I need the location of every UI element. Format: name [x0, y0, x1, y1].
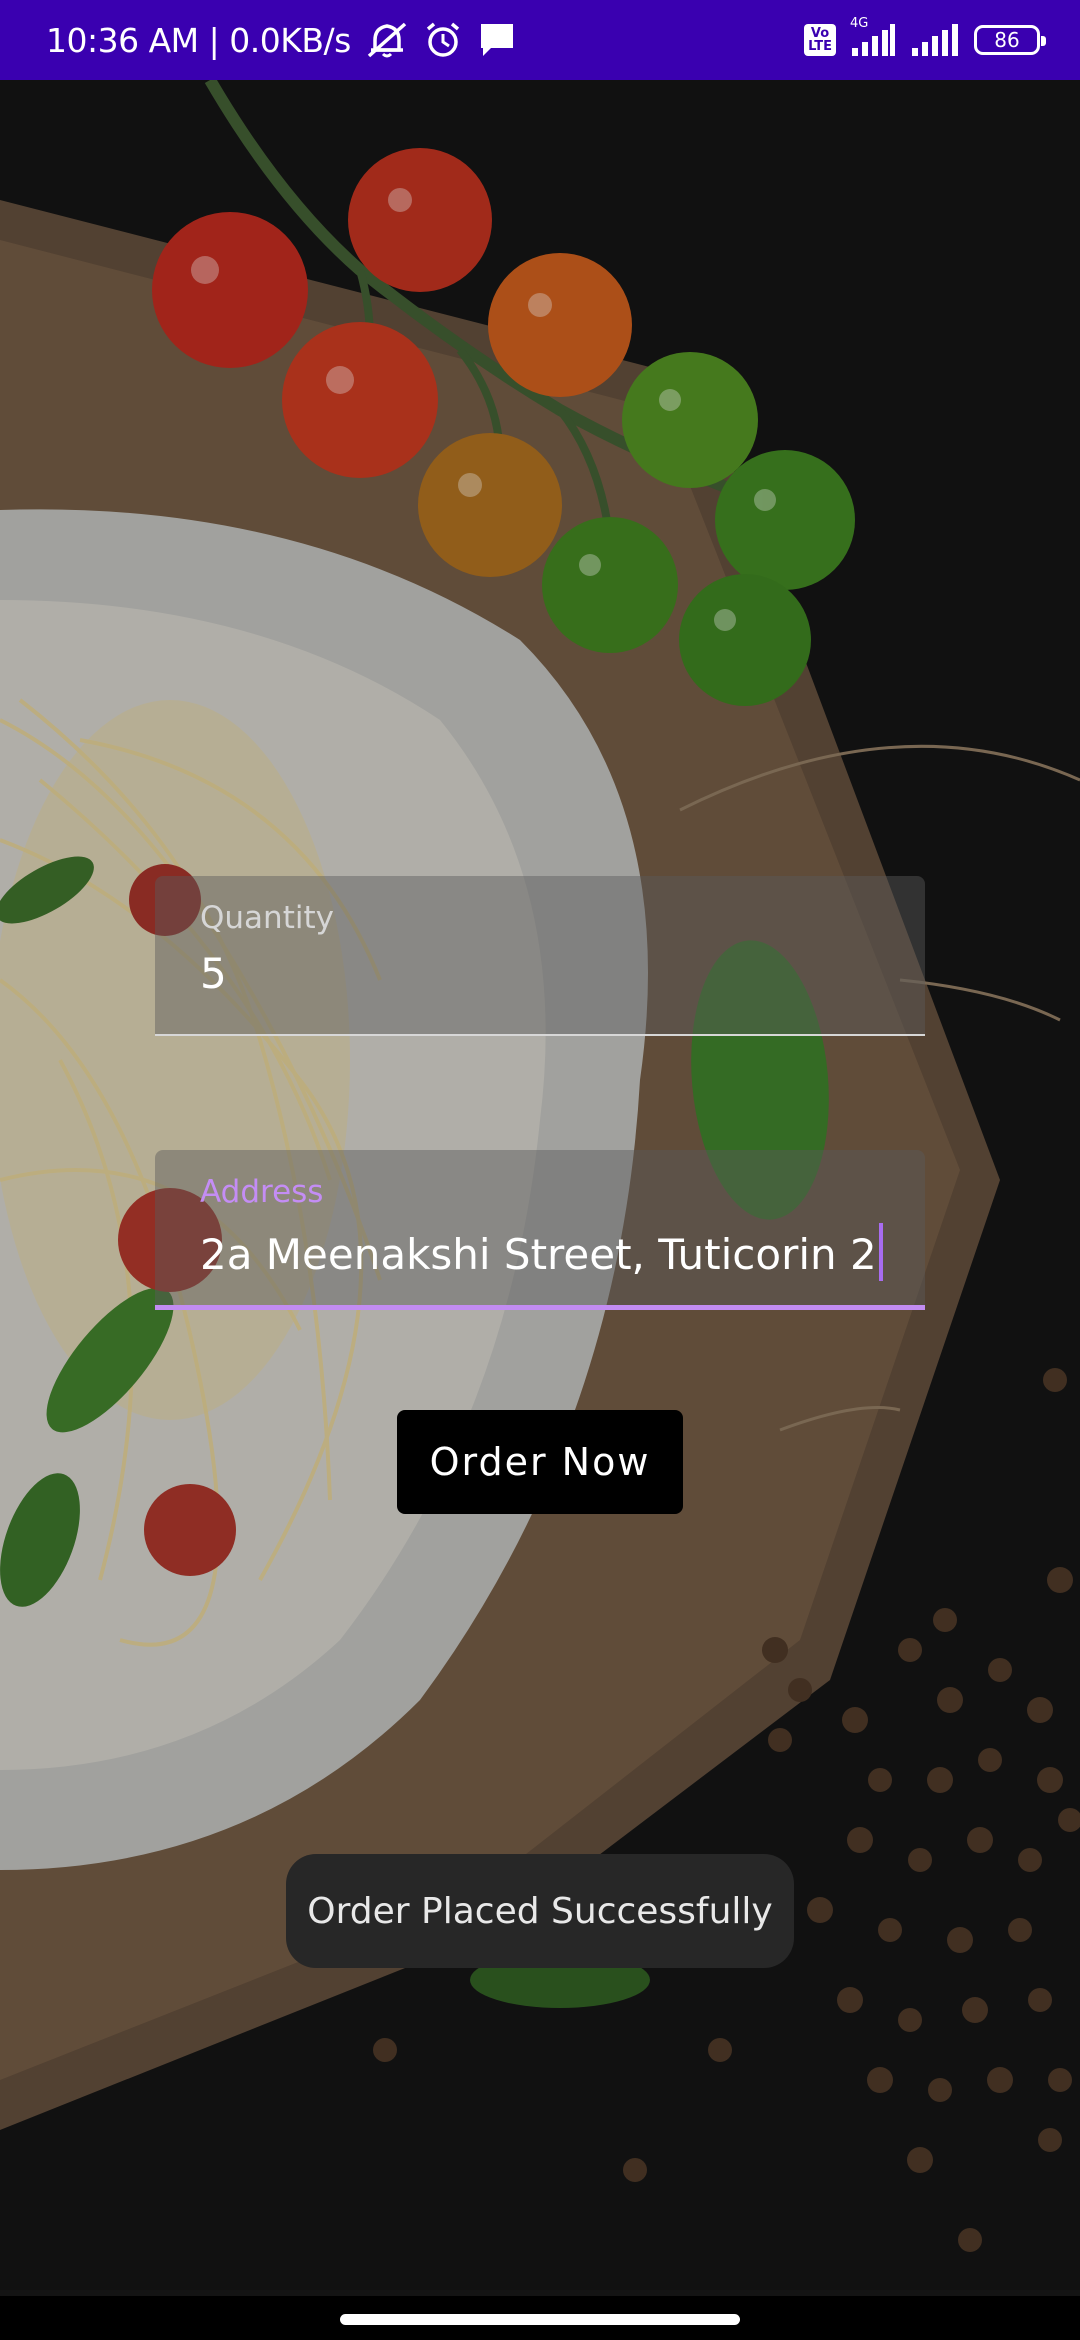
battery-level: 86 — [994, 28, 1020, 52]
signal-icon — [910, 22, 960, 58]
address-value: 2a Meenakshi Street, Tuticorin 2 — [200, 1230, 877, 1279]
status-time-speed: 10:36 AM | 0.0KB/s — [46, 20, 351, 60]
message-icon — [477, 20, 517, 60]
quantity-label: Quantity — [200, 900, 334, 936]
address-field[interactable]: Address 2a Meenakshi Street, Tuticorin 2 — [155, 1150, 925, 1310]
volte-bottom-label: LTE — [808, 39, 832, 54]
text-cursor — [878, 1223, 883, 1281]
status-left: 10:36 AM | 0.0KB/s — [46, 20, 517, 60]
status-right: Vo LTE 4G 86 — [804, 16, 1046, 58]
order-now-button[interactable]: Order Now — [397, 1410, 683, 1514]
toast-message: Order Placed Successfully — [286, 1854, 794, 1968]
alarm-icon — [423, 20, 463, 60]
status-bar: 10:36 AM | 0.0KB/s Vo LTE 4G 86 — [0, 0, 1080, 80]
signal-icon: 4G — [850, 16, 896, 58]
network-type-label: 4G — [850, 16, 869, 31]
quantity-input[interactable]: 5 — [200, 949, 227, 998]
address-input[interactable]: 2a Meenakshi Street, Tuticorin 2 — [200, 1223, 883, 1281]
address-label: Address — [200, 1174, 324, 1210]
volte-icon: Vo LTE — [804, 24, 836, 56]
mute-icon — [365, 20, 409, 60]
home-indicator[interactable] — [340, 2314, 740, 2325]
quantity-field[interactable]: Quantity 5 — [155, 876, 925, 1036]
battery-icon: 86 — [974, 25, 1046, 55]
